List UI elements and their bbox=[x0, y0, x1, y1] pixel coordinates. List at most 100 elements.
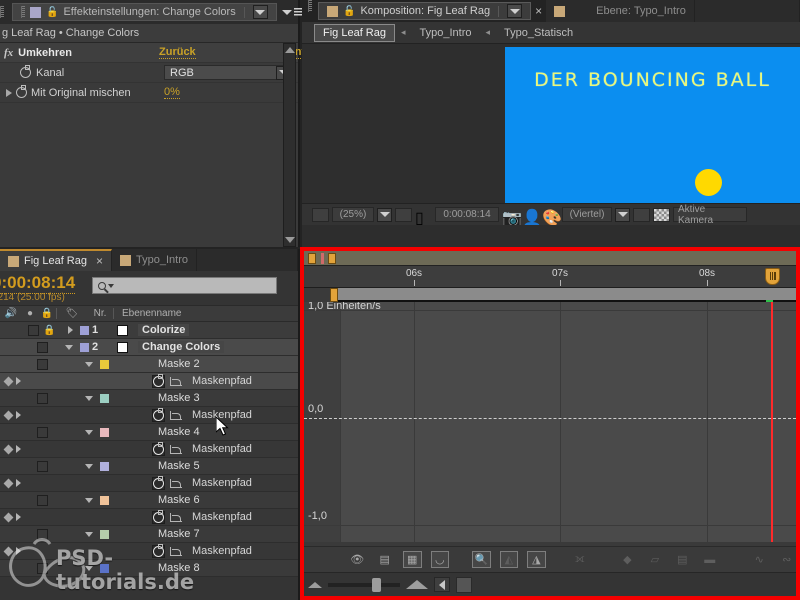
zoom-out-icon[interactable] bbox=[308, 581, 322, 588]
graph-editor-canvas[interactable]: 1,0 Einheiten/s 0,0 -1,0 bbox=[304, 302, 796, 542]
chevron-down-icon[interactable] bbox=[65, 344, 73, 350]
label-color-swatch[interactable] bbox=[99, 393, 109, 403]
label-color-swatch[interactable] bbox=[99, 529, 109, 539]
playhead-line[interactable] bbox=[771, 302, 773, 542]
layer-name-cell[interactable]: Change Colors bbox=[132, 339, 298, 355]
panel-grip-icon[interactable] bbox=[0, 6, 4, 18]
property-row-kanal[interactable]: Kanal RGB bbox=[0, 63, 298, 83]
kanal-dropdown[interactable]: RGB bbox=[164, 65, 294, 80]
close-icon[interactable]: × bbox=[92, 254, 103, 268]
keyframe-next-icon[interactable] bbox=[16, 513, 21, 521]
keyframe-next-icon[interactable] bbox=[16, 411, 21, 419]
keyframe-diamond-icon[interactable] bbox=[3, 444, 14, 454]
stopwatch-icon[interactable] bbox=[16, 85, 27, 98]
keyframe-next-icon[interactable] bbox=[16, 377, 21, 385]
graph-editor-toggle-icon[interactable] bbox=[169, 546, 182, 556]
keyframe-next-icon[interactable] bbox=[16, 547, 21, 555]
show-graph-eye-icon[interactable]: 👁 bbox=[348, 551, 366, 568]
tab-layer-typo-intro[interactable]: Ebene: Typo_Intro bbox=[546, 0, 695, 22]
tab-effect-controls[interactable]: 🔓 Effekteinstellungen: Change Colors bbox=[12, 3, 277, 21]
lock-icon[interactable]: 🔓 bbox=[46, 7, 58, 18]
stopwatch-icon[interactable] bbox=[152, 373, 166, 388]
graph-editor-toggle-icon[interactable] bbox=[169, 478, 182, 488]
label-color-swatch[interactable] bbox=[99, 427, 109, 437]
column-header-layername[interactable]: Ebenenname bbox=[114, 306, 182, 321]
layer-name-cell[interactable]: Maskenpfad bbox=[184, 441, 298, 457]
label-tag-icon[interactable]: 🏷 bbox=[57, 306, 87, 321]
separate-dimensions-icon[interactable]: ⟗ bbox=[571, 551, 589, 568]
fit-view-icon[interactable]: 🔍 bbox=[472, 551, 491, 568]
region-of-interest-icon[interactable]: ▯ bbox=[415, 208, 432, 226]
table-row[interactable]: Maske 4 bbox=[0, 424, 298, 441]
resolution-value[interactable]: (Viertel) bbox=[562, 207, 612, 222]
lock-column-icon[interactable]: 🔒 bbox=[38, 306, 56, 321]
table-row[interactable]: Maske 6 bbox=[0, 492, 298, 509]
label-color-swatch[interactable] bbox=[99, 495, 109, 505]
chevron-down-icon[interactable] bbox=[85, 497, 93, 503]
table-row[interactable]: Maskenpfad bbox=[0, 543, 298, 560]
table-row[interactable]: Maske 7 bbox=[0, 526, 298, 543]
graph-editor-toggle-icon[interactable] bbox=[169, 376, 182, 386]
table-row[interactable]: Maske 2 bbox=[0, 356, 298, 373]
label-color-cell[interactable] bbox=[96, 560, 112, 576]
keyframe-diamond-icon[interactable] bbox=[3, 410, 14, 420]
work-area-end-handle[interactable] bbox=[328, 253, 336, 264]
chevron-down-icon[interactable] bbox=[85, 361, 93, 367]
graph-editor-toggle-icon[interactable] bbox=[169, 444, 182, 454]
label-color-cell[interactable] bbox=[96, 458, 112, 474]
visibility-toggle[interactable] bbox=[36, 341, 48, 353]
timeline-zoom-slider[interactable] bbox=[328, 577, 400, 592]
fit-selection-icon[interactable]: ◭ bbox=[499, 551, 519, 568]
layer-name-cell[interactable]: Maske 7 bbox=[152, 526, 298, 542]
layer-name-cell[interactable]: Maskenpfad bbox=[184, 475, 298, 491]
table-row[interactable]: Maskenpfad bbox=[0, 475, 298, 492]
composition-viewer-stage[interactable]: DER BOUNCING BALL (25%) ▯ 0:00:08:14 📷 👤… bbox=[302, 44, 800, 225]
layer-name-cell[interactable]: Maske 2 bbox=[152, 356, 298, 372]
layer-name-cell[interactable]: Maske 5 bbox=[152, 458, 298, 474]
breadcrumb-item-1[interactable]: Typo_Intro bbox=[412, 25, 480, 41]
region-of-interest-toggle-icon[interactable] bbox=[633, 207, 650, 222]
label-color-swatch[interactable] bbox=[79, 325, 89, 335]
label-color-cell[interactable] bbox=[96, 492, 112, 508]
label-color-swatch[interactable] bbox=[99, 461, 109, 471]
table-row[interactable]: Maske 3 bbox=[0, 390, 298, 407]
mischen-value[interactable]: 0% bbox=[164, 86, 180, 99]
table-row[interactable]: 🔒 1 Colorize bbox=[0, 322, 298, 339]
stopwatch-icon[interactable] bbox=[152, 475, 166, 490]
timeline-current-timecode[interactable]: 0:00:08:14 bbox=[0, 273, 76, 294]
keyframe-diamond-icon[interactable] bbox=[3, 376, 14, 386]
transparency-grid-icon[interactable] bbox=[653, 207, 670, 222]
visibility-toggle[interactable] bbox=[36, 494, 48, 506]
label-color-cell[interactable] bbox=[96, 390, 112, 406]
property-row-mischen[interactable]: Mit Original mischen 0% bbox=[0, 83, 298, 103]
lock-icon[interactable]: 🔒 bbox=[43, 325, 55, 336]
visibility-toggle[interactable] bbox=[36, 426, 48, 438]
playhead-handle[interactable] bbox=[765, 268, 780, 285]
time-navigator-bar[interactable] bbox=[304, 288, 796, 305]
label-color-cell[interactable] bbox=[96, 526, 112, 542]
breadcrumb-item-2[interactable]: Typo_Statisch bbox=[496, 25, 581, 41]
fit-all-icon[interactable]: ◮ bbox=[527, 551, 546, 568]
layer-name-cell[interactable]: Maskenpfad bbox=[184, 373, 298, 389]
layer-name-cell[interactable]: Maskenpfad bbox=[184, 543, 298, 559]
ease-in-out-icon[interactable]: ∿ bbox=[750, 551, 768, 568]
viewer-timecode[interactable]: 0:00:08:14 bbox=[435, 207, 499, 222]
keyframe-diamond-icon[interactable] bbox=[3, 512, 14, 522]
label-color-cell[interactable] bbox=[114, 475, 130, 491]
effect-header-row[interactable]: fx Umkehren Zurück Inf bbox=[0, 43, 306, 63]
breadcrumb-item-0[interactable]: Fig Leaf Rag bbox=[314, 23, 395, 42]
chevron-down-icon[interactable] bbox=[85, 565, 93, 571]
label-color-cell[interactable] bbox=[114, 441, 130, 457]
easy-ease-icon[interactable]: ◆ bbox=[618, 551, 636, 568]
visibility-toggle[interactable] bbox=[36, 392, 48, 404]
audio-icon[interactable]: 🔊 bbox=[0, 306, 22, 321]
toggle-switches-modes-button[interactable] bbox=[456, 576, 472, 593]
visibility-toggle[interactable] bbox=[36, 460, 48, 472]
tab-dropdown-button[interactable] bbox=[252, 5, 268, 19]
label-color-cell[interactable] bbox=[96, 424, 112, 440]
keyframe-next-icon[interactable] bbox=[16, 445, 21, 453]
tab-composition[interactable]: 🔓 Komposition: Fig Leaf Rag bbox=[318, 2, 532, 20]
layer-name-cell[interactable]: Colorize bbox=[132, 322, 298, 338]
chevron-down-icon[interactable] bbox=[85, 429, 93, 435]
show-transform-box-icon[interactable]: ▦ bbox=[402, 551, 422, 568]
